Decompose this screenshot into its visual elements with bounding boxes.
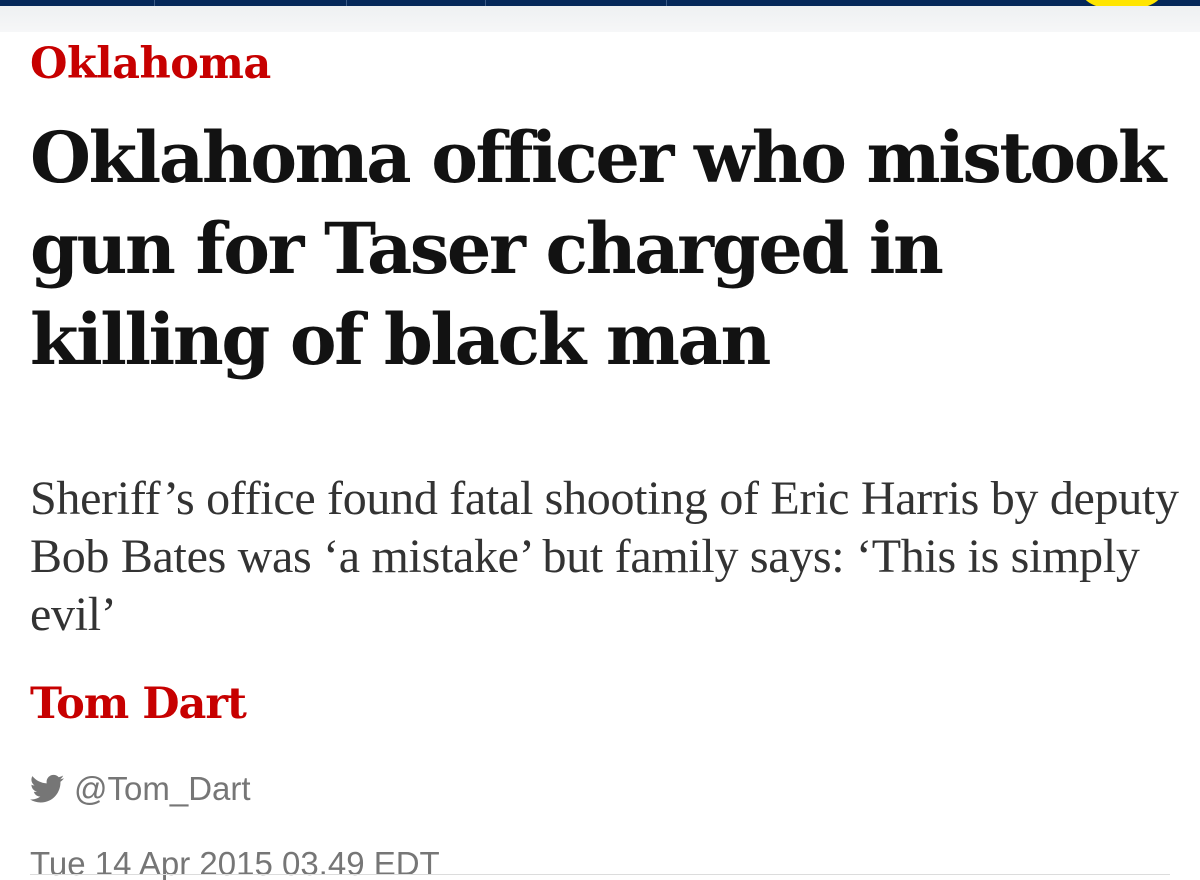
headline: Oklahoma officer who mistook gun for Tas… [30,116,1166,381]
section-link[interactable]: Oklahoma [30,38,271,90]
twitter-link[interactable]: @Tom_Dart [30,768,251,810]
standfirst: Sheriff’s office found fatal shooting of… [30,472,1179,641]
twitter-bird-icon [30,774,64,804]
header-shadow [0,6,1200,32]
twitter-handle: @Tom_Dart [74,770,251,807]
article-page: Oklahoma Oklahoma officer who mistook gu… [0,0,1200,880]
divider-line [30,874,1170,875]
author-link[interactable]: Tom Dart [30,676,247,732]
